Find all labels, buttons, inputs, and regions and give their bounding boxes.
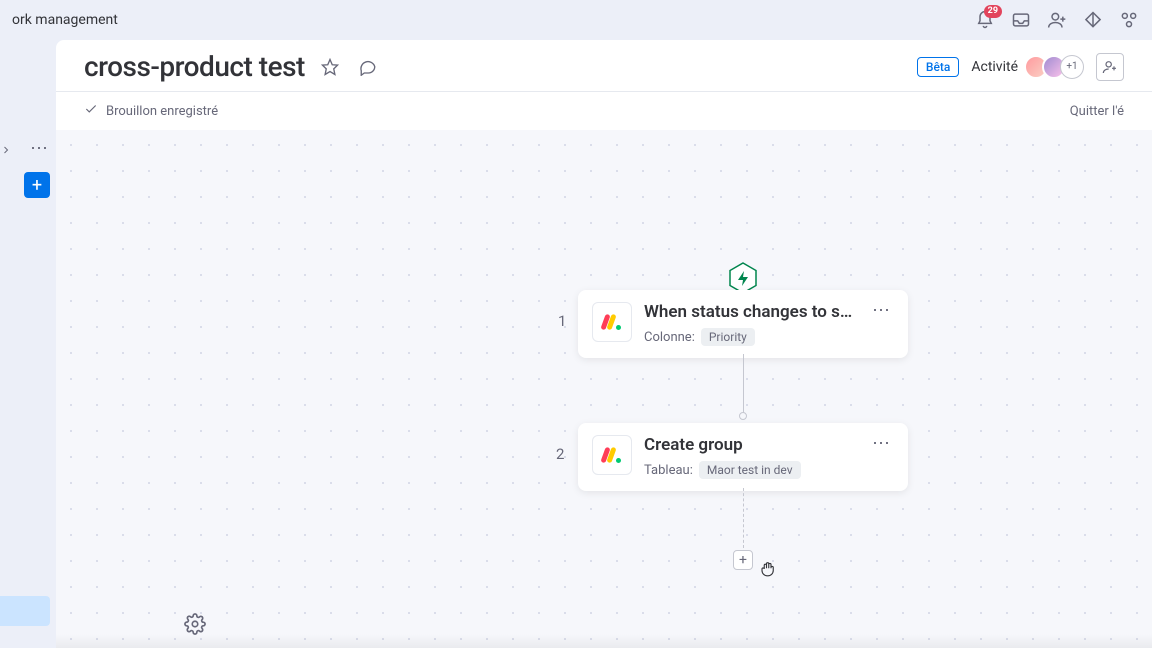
step-1-title: When status changes to so… — [644, 302, 856, 322]
inbox-icon[interactable] — [1010, 9, 1032, 31]
beta-badge: Bêta — [917, 57, 959, 77]
collaborator-avatars[interactable]: +1 — [1030, 55, 1084, 79]
invite-button[interactable] — [1096, 53, 1124, 81]
step-1-menu-icon[interactable]: ⋯ — [868, 302, 894, 320]
workflow-canvas[interactable]: 1 When status changes to so… Colonne: Pr… — [56, 130, 1152, 648]
step-2-meta-chip[interactable]: Maor test in dev — [699, 461, 801, 479]
breadcrumb-fragment: ork management — [12, 12, 118, 28]
cursor-grab-icon — [759, 560, 777, 578]
topbar: ork management 29 — [0, 0, 1152, 40]
invite-person-icon[interactable] — [1046, 9, 1068, 31]
workflow-step-card-1[interactable]: When status changes to so… Colonne: Prio… — [578, 290, 908, 358]
monday-logo-icon — [592, 302, 632, 342]
bottom-shadow — [56, 634, 1152, 648]
sidebar-add-button[interactable]: + — [24, 172, 50, 198]
activity-button[interactable]: Activité — [971, 59, 1018, 75]
connector-node[interactable] — [739, 412, 747, 420]
subheader: Brouillon enregistré Quitter l'é — [56, 92, 1152, 130]
step-number-1: 1 — [558, 312, 566, 330]
favorite-star-icon[interactable] — [317, 54, 343, 80]
main-panel: cross-product test Bêta Activité +1 — [56, 40, 1152, 648]
comment-icon[interactable] — [355, 54, 381, 80]
step-number-2: 2 — [556, 445, 564, 463]
monday-logo-icon — [592, 435, 632, 475]
topbar-actions: 29 — [974, 9, 1140, 31]
sidebar-more-icon[interactable]: ⋯ — [30, 138, 48, 159]
avatar-overflow: +1 — [1060, 55, 1084, 79]
help-icon[interactable] — [1118, 9, 1140, 31]
sidebar-selected-item[interactable] — [0, 596, 50, 626]
notifications-icon[interactable]: 29 — [974, 9, 996, 31]
notification-badge: 29 — [984, 5, 1002, 18]
connector-line — [743, 354, 744, 414]
quit-editor-link[interactable]: Quitter l'é — [1070, 104, 1124, 119]
autosave-status: Brouillon enregistré — [106, 104, 218, 119]
page-title: cross-product test — [84, 50, 305, 83]
apps-icon[interactable] — [1082, 9, 1104, 31]
step-2-meta-label: Tableau: — [644, 463, 693, 478]
page-header: cross-product test Bêta Activité +1 — [56, 40, 1152, 92]
add-step-button[interactable]: + — [733, 550, 753, 570]
step-1-meta-label: Colonne: — [644, 330, 695, 345]
step-2-menu-icon[interactable]: ⋯ — [868, 435, 894, 453]
connector-dashed — [743, 488, 744, 548]
step-2-title: Create group — [644, 435, 856, 455]
sidebar: ⋯ + — [0, 40, 56, 648]
saved-check-icon — [84, 102, 98, 120]
sidebar-collapse-chevron-icon[interactable] — [0, 140, 12, 160]
step-1-meta-chip[interactable]: Priority — [701, 328, 755, 346]
workflow-step-card-2[interactable]: Create group Tableau: Maor test in dev ⋯ — [578, 423, 908, 491]
